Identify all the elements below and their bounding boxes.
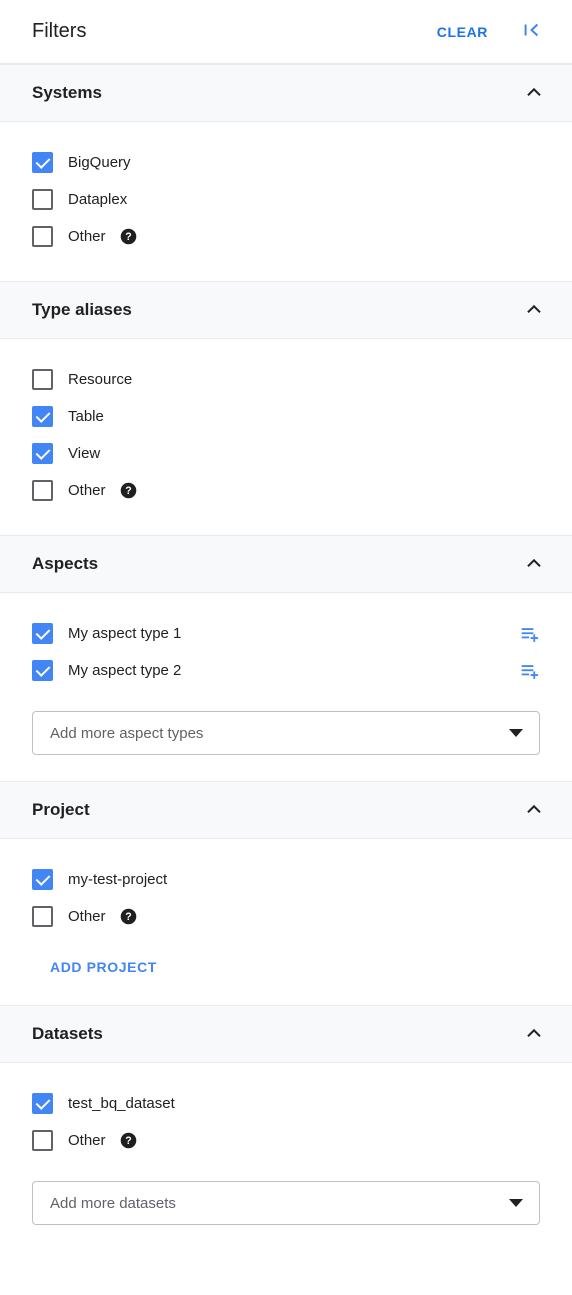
- checkbox-unchecked[interactable]: [32, 226, 53, 247]
- section-title: Project: [32, 800, 90, 819]
- dropdown-aspects[interactable]: Add more aspect types: [32, 711, 540, 755]
- section-header-systems[interactable]: Systems: [0, 64, 572, 122]
- chevron-up-icon: [523, 298, 545, 323]
- filters-panel: Filters CLEAR Systems BigQuery Dataplex Oth…: [0, 0, 572, 1295]
- checkbox-checked[interactable]: [32, 623, 53, 644]
- checkbox-label: BigQuery: [68, 154, 131, 171]
- checkbox-row[interactable]: Dataplex: [32, 181, 540, 218]
- checkbox-label: Other: [68, 908, 106, 925]
- checkbox-checked[interactable]: [32, 660, 53, 681]
- collapse-panel-button[interactable]: [514, 15, 548, 49]
- checkbox-label: View: [68, 445, 101, 462]
- section-body-systems: BigQuery Dataplex Other?: [0, 122, 572, 281]
- checkbox-label: Table: [68, 408, 104, 425]
- clear-filters-button[interactable]: CLEAR: [429, 18, 496, 46]
- svg-text:?: ?: [125, 231, 131, 243]
- first-page-icon: [520, 19, 542, 44]
- svg-text:?: ?: [125, 485, 131, 497]
- chevron-up-icon: [523, 552, 545, 577]
- checkbox-unchecked[interactable]: [32, 906, 53, 927]
- dropdown-datasets[interactable]: Add more datasets: [32, 1181, 540, 1225]
- checkbox-row[interactable]: Other?: [32, 898, 540, 935]
- checkbox-checked[interactable]: [32, 152, 53, 173]
- checkbox-row[interactable]: test_bq_dataset: [32, 1085, 540, 1122]
- checkbox-row[interactable]: BigQuery: [32, 144, 540, 181]
- section-title: Systems: [32, 83, 102, 102]
- svg-text:?: ?: [125, 911, 131, 923]
- page-title: Filters: [32, 20, 87, 42]
- filters-header: Filters CLEAR: [0, 0, 572, 64]
- section-title: Type aliases: [32, 300, 132, 319]
- checkbox-label: My aspect type 1: [68, 625, 182, 642]
- checkbox-row[interactable]: Table: [32, 398, 540, 435]
- section-header-aspects[interactable]: Aspects: [0, 535, 572, 593]
- section-header-datasets[interactable]: Datasets: [0, 1005, 572, 1063]
- chevron-up-icon: [523, 81, 545, 106]
- checkbox-unchecked[interactable]: [32, 369, 53, 390]
- checkbox-row[interactable]: Other?: [32, 218, 540, 255]
- checkbox-row[interactable]: my-test-project: [32, 861, 540, 898]
- help-icon[interactable]: ?: [120, 908, 137, 925]
- checkbox-label: Other: [68, 482, 106, 499]
- section-title: Datasets: [32, 1024, 103, 1043]
- section-title: Aspects: [32, 554, 99, 573]
- section-toggle-systems[interactable]: [518, 77, 550, 109]
- checkbox-row[interactable]: View: [32, 435, 540, 472]
- section-toggle-project[interactable]: [518, 794, 550, 826]
- chevron-up-icon: [523, 798, 545, 823]
- section-header-project[interactable]: Project: [0, 781, 572, 839]
- checkbox-label: My aspect type 2: [68, 662, 182, 679]
- checkbox-label: my-test-project: [68, 871, 168, 888]
- chevron-up-icon: [523, 1022, 545, 1047]
- section-header-type_aliases[interactable]: Type aliases: [0, 281, 572, 339]
- checkbox-row[interactable]: Other?: [32, 1122, 540, 1159]
- checkbox-checked[interactable]: [32, 443, 53, 464]
- checkbox-row[interactable]: Other?: [32, 472, 540, 509]
- checkbox-row[interactable]: My aspect type 1: [32, 615, 540, 652]
- playlist-add-icon[interactable]: [520, 661, 540, 681]
- checkbox-label: Other: [68, 1132, 106, 1149]
- help-icon[interactable]: ?: [120, 482, 137, 499]
- checkbox-checked[interactable]: [32, 406, 53, 427]
- checkbox-row[interactable]: Resource: [32, 361, 540, 398]
- section-toggle-datasets[interactable]: [518, 1018, 550, 1050]
- section-body-type_aliases: Resource Table View Other?: [0, 339, 572, 535]
- checkbox-checked[interactable]: [32, 1093, 53, 1114]
- checkbox-label: Other: [68, 228, 106, 245]
- checkbox-checked[interactable]: [32, 869, 53, 890]
- section-toggle-type_aliases[interactable]: [518, 294, 550, 326]
- section-body-datasets: test_bq_dataset Other? Add more datasets: [0, 1063, 572, 1251]
- dropdown-placeholder: Add more aspect types: [50, 724, 204, 742]
- help-icon[interactable]: ?: [120, 228, 137, 245]
- help-icon[interactable]: ?: [120, 1132, 137, 1149]
- section-toggle-aspects[interactable]: [518, 548, 550, 580]
- caret-down-icon: [509, 729, 523, 737]
- filter-sections: Systems BigQuery Dataplex Other? Type aliase…: [0, 64, 572, 1251]
- section-body-aspects: My aspect type 1 My aspect type 2 Add more…: [0, 593, 572, 781]
- checkbox-label: Resource: [68, 371, 133, 388]
- checkbox-label: test_bq_dataset: [68, 1095, 175, 1112]
- checkbox-label: Dataplex: [68, 191, 128, 208]
- checkbox-unchecked[interactable]: [32, 1130, 53, 1151]
- checkbox-unchecked[interactable]: [32, 189, 53, 210]
- section-body-project: my-test-project Other? ADD PROJECT: [0, 839, 572, 1005]
- playlist-add-icon[interactable]: [520, 624, 540, 644]
- dropdown-placeholder: Add more datasets: [50, 1194, 176, 1212]
- svg-text:?: ?: [125, 1135, 131, 1147]
- add-project-button[interactable]: ADD PROJECT: [48, 955, 159, 979]
- checkbox-unchecked[interactable]: [32, 480, 53, 501]
- checkbox-row[interactable]: My aspect type 2: [32, 652, 540, 689]
- caret-down-icon: [509, 1199, 523, 1207]
